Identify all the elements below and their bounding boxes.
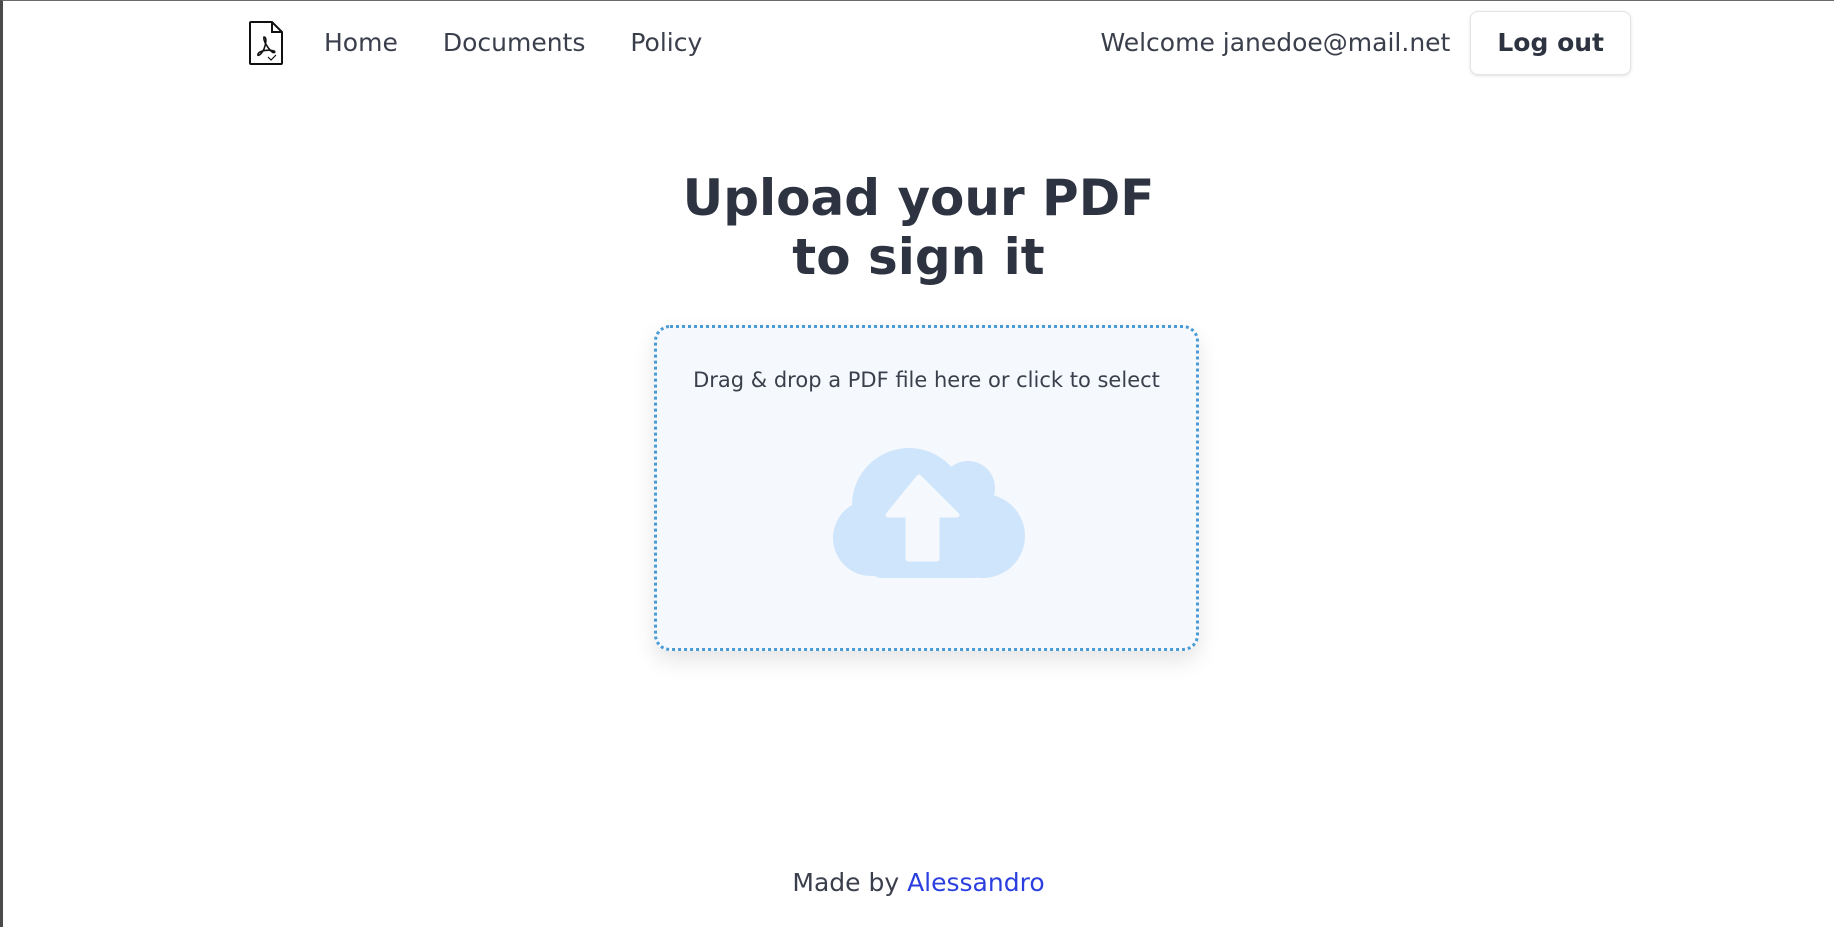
page: Home Documents Policy Welcome janedoe@ma…: [0, 0, 1834, 927]
footer-prefix: Made by: [792, 868, 908, 897]
pdf-file-icon: [249, 20, 283, 65]
nav-links: Home Documents Policy: [324, 28, 702, 57]
author-link[interactable]: Alessandro: [907, 868, 1045, 897]
nav-policy[interactable]: Policy: [630, 28, 702, 57]
logout-button[interactable]: Log out: [1470, 10, 1631, 75]
footer: Made by Alessandro: [3, 868, 1834, 897]
navbar: Home Documents Policy Welcome janedoe@ma…: [246, 10, 1631, 75]
nav-home[interactable]: Home: [324, 28, 398, 57]
cloud-upload-icon: [833, 448, 1025, 578]
nav-documents[interactable]: Documents: [443, 28, 586, 57]
logo-link[interactable]: [246, 18, 286, 68]
user-area: Welcome janedoe@mail.net Log out: [1100, 10, 1631, 75]
page-title-text: Upload your PDF to sign it: [682, 169, 1155, 286]
welcome-text: Welcome janedoe@mail.net: [1100, 28, 1451, 57]
pdf-dropzone[interactable]: Drag & drop a PDF file here or click to …: [654, 325, 1199, 651]
dropzone-text: Drag & drop a PDF file here or click to …: [693, 368, 1160, 392]
page-title: Upload your PDF to sign it: [3, 169, 1834, 287]
